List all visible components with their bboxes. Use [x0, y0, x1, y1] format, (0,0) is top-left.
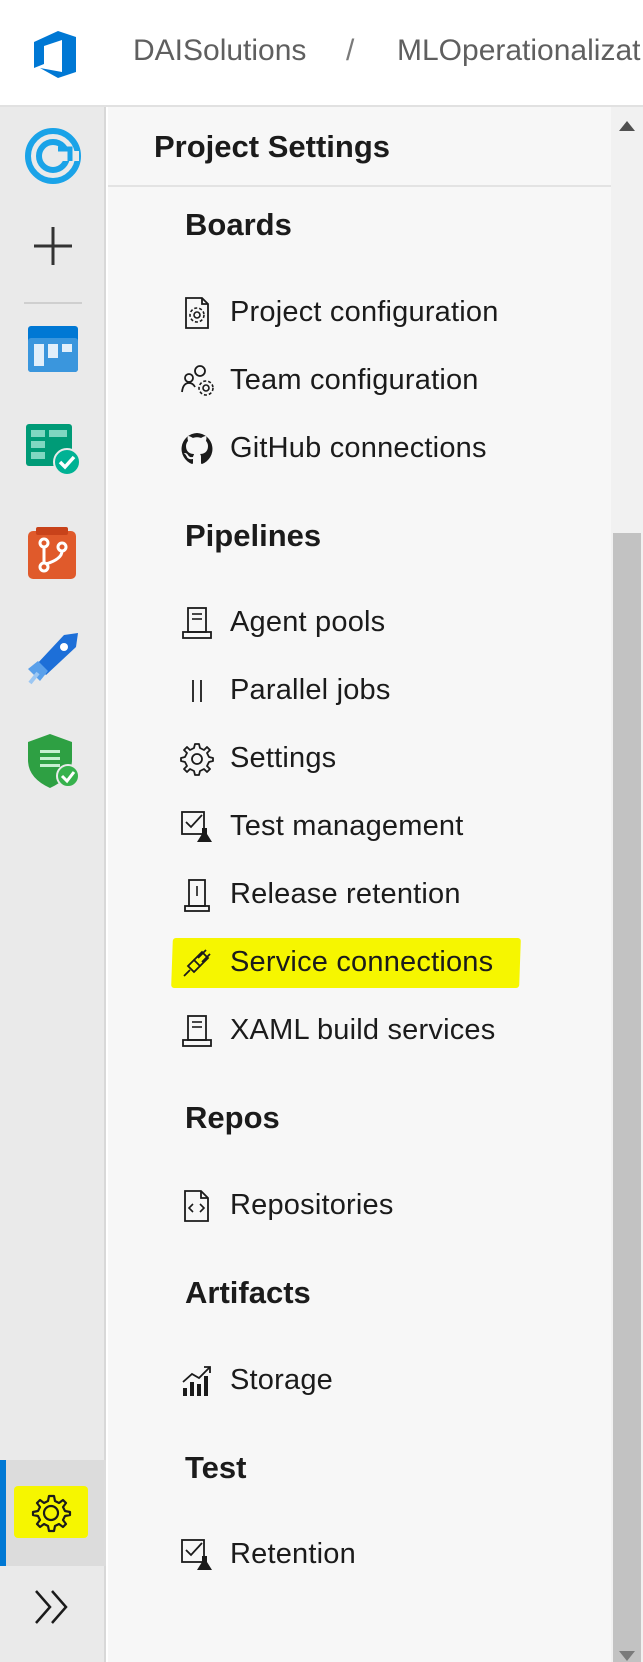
rail-divider — [24, 302, 82, 304]
boards-icon[interactable] — [24, 320, 82, 378]
breadcrumb-project[interactable]: MLOperationalizat — [397, 34, 640, 68]
nav-item-label: Agent pools — [230, 606, 386, 638]
left-nav-rail — [0, 107, 106, 1662]
gear-icon — [31, 1494, 72, 1533]
plug-icon — [183, 949, 211, 977]
gear-icon — [180, 743, 214, 776]
nav-item-github-connections[interactable]: GitHub connections — [180, 426, 600, 478]
new-plus-icon[interactable] — [24, 217, 82, 275]
breadcrumb-separator: / — [346, 34, 355, 67]
team-gear-icon — [181, 365, 214, 396]
nav-item-label: XAML build services — [230, 1014, 496, 1046]
nav-item-project-configuration[interactable]: Project configuration — [180, 290, 600, 342]
nav-item-label: Team configuration — [230, 364, 479, 396]
nav-item-label: Test management — [230, 810, 464, 842]
test-plans-icon[interactable] — [24, 420, 82, 478]
nav-item-label: Retention — [230, 1538, 356, 1570]
nav-item-team-configuration[interactable]: Team configuration — [180, 358, 600, 410]
nav-item-label: GitHub connections — [230, 432, 487, 464]
nav-item-label: Settings — [230, 742, 337, 774]
test-retention-icon — [181, 1539, 212, 1570]
section-title-repos: Repos — [185, 1100, 280, 1135]
nav-item-label: Repositories — [230, 1189, 394, 1221]
panel-header: Project Settings — [108, 107, 611, 187]
azure-devops-logo-icon[interactable] — [30, 28, 80, 80]
nav-item-retention[interactable]: Retention — [180, 1532, 600, 1584]
nav-item-test-management[interactable]: Test management — [180, 804, 600, 856]
scroll-down-arrow-icon[interactable] — [619, 1651, 635, 1661]
section-title-test: Test — [185, 1450, 247, 1485]
nav-item-release-retention[interactable]: Release retention — [180, 872, 600, 924]
test-management-icon — [181, 811, 212, 842]
nav-item-label: Service connections — [230, 946, 494, 978]
scroll-up-arrow-icon[interactable] — [619, 121, 635, 131]
section-title-boards: Boards — [185, 207, 292, 242]
scrollbar-thumb[interactable] — [613, 533, 641, 1662]
nav-item-storage[interactable]: Storage — [180, 1358, 600, 1410]
repos-icon[interactable] — [24, 525, 82, 583]
top-header: DAISolutions / MLOperationalizat — [0, 0, 643, 107]
vertical-scrollbar[interactable] — [611, 107, 643, 1662]
github-icon — [181, 433, 213, 464]
project-settings-panel: Project Settings Boards Project configur… — [108, 107, 611, 1662]
nav-item-parallel-jobs[interactable]: Parallel jobs — [180, 668, 600, 720]
overview-icon[interactable] — [24, 127, 82, 185]
breadcrumb-organization[interactable]: DAISolutions — [133, 34, 306, 68]
section-title-artifacts: Artifacts — [185, 1275, 311, 1310]
nav-item-label: Project configuration — [230, 296, 499, 328]
code-document-icon — [184, 1190, 209, 1222]
release-retention-icon — [184, 879, 210, 912]
xaml-build-icon — [182, 1015, 212, 1047]
project-settings-button[interactable] — [0, 1460, 106, 1566]
storage-chart-icon — [182, 1366, 211, 1396]
nav-item-label: Release retention — [230, 878, 461, 910]
nav-item-repositories[interactable]: Repositories — [180, 1183, 600, 1235]
pipelines-icon[interactable] — [24, 629, 82, 687]
nav-item-settings[interactable]: Settings — [180, 736, 600, 788]
nav-item-agent-pools[interactable]: Agent pools — [180, 600, 600, 652]
nav-item-xaml-build-services[interactable]: XAML build services — [180, 1008, 600, 1060]
security-shield-icon[interactable] — [24, 732, 82, 790]
active-indicator — [0, 1460, 6, 1566]
agent-pool-icon — [182, 607, 212, 639]
gear-document-icon — [185, 297, 209, 329]
double-chevron-right-icon[interactable] — [30, 1587, 76, 1627]
section-title-pipelines: Pipelines — [185, 518, 322, 553]
panel-title: Project Settings — [154, 129, 390, 164]
nav-item-label: Storage — [230, 1364, 333, 1396]
parallel-jobs-icon — [192, 680, 202, 702]
nav-item-label: Parallel jobs — [230, 674, 391, 706]
nav-item-service-connections[interactable]: Service connections — [171, 938, 600, 992]
